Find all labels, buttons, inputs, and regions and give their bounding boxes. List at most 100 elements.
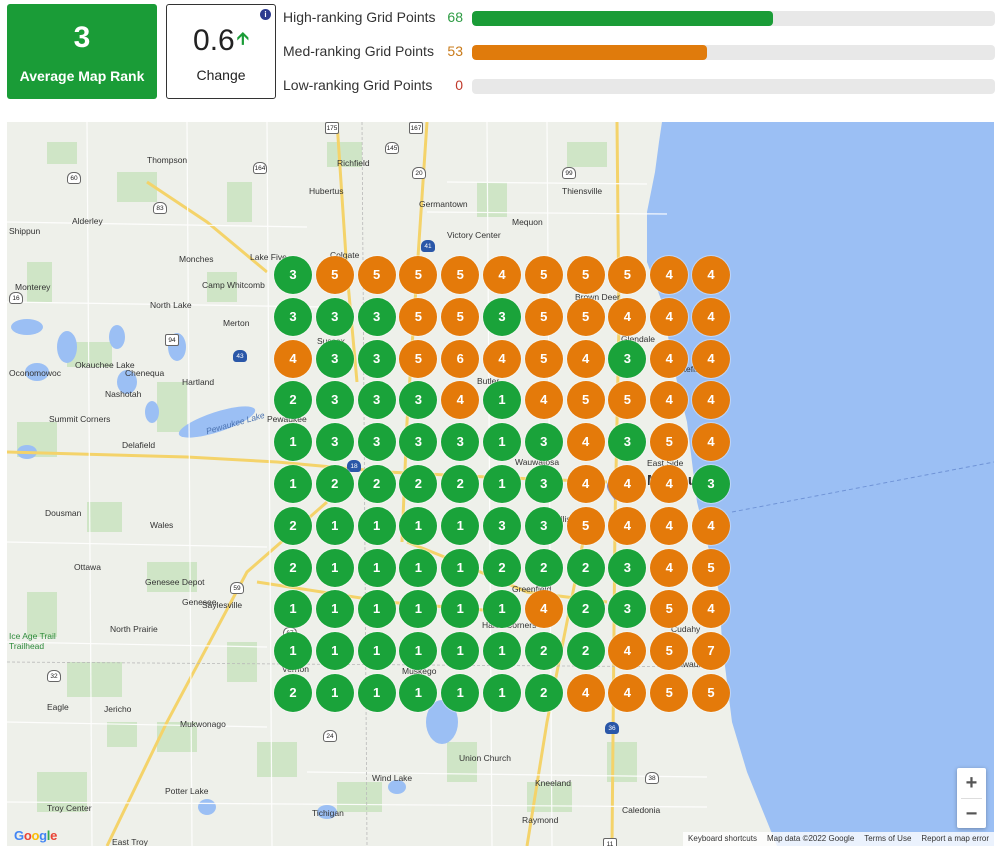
grid-point-4-1[interactable]: 2: [274, 381, 312, 420]
grid-point-11-9[interactable]: 4: [608, 674, 647, 712]
zoom-out-button[interactable]: −: [957, 799, 986, 829]
grid-point-8-3[interactable]: 1: [357, 548, 396, 587]
grid-point-1-7[interactable]: 5: [524, 256, 563, 294]
grid-point-9-5[interactable]: 1: [441, 590, 480, 629]
grid-point-4-2[interactable]: 3: [315, 381, 354, 420]
grid-point-4-6[interactable]: 1: [483, 381, 521, 420]
grid-point-10-2[interactable]: 1: [315, 632, 354, 671]
grid-point-8-10[interactable]: 4: [650, 548, 689, 587]
grid-point-3-10[interactable]: 4: [650, 339, 689, 378]
grid-point-6-1[interactable]: 1: [274, 465, 312, 503]
grid-point-11-6[interactable]: 1: [483, 674, 521, 712]
grid-point-11-1[interactable]: 2: [274, 674, 312, 712]
grid-point-2-5[interactable]: 5: [441, 297, 480, 336]
grid-point-10-4[interactable]: 1: [399, 632, 438, 671]
grid-point-1-5[interactable]: 5: [441, 256, 480, 294]
grid-point-1-11[interactable]: 4: [692, 256, 730, 294]
grid-point-9-6[interactable]: 1: [483, 590, 521, 629]
grid-point-7-1[interactable]: 2: [274, 506, 312, 545]
grid-point-11-7[interactable]: 2: [524, 674, 563, 712]
grid-point-5-10[interactable]: 5: [650, 423, 689, 462]
info-icon[interactable]: i: [260, 9, 271, 20]
grid-point-7-9[interactable]: 4: [608, 506, 647, 545]
grid-point-4-5[interactable]: 4: [441, 381, 480, 420]
grid-point-4-10[interactable]: 4: [650, 381, 689, 420]
grid-point-10-6[interactable]: 1: [483, 632, 521, 671]
grid-point-5-7[interactable]: 3: [524, 423, 563, 462]
grid-point-8-11[interactable]: 5: [692, 548, 730, 587]
grid-point-6-8[interactable]: 4: [566, 465, 605, 503]
grid-point-3-8[interactable]: 4: [566, 339, 605, 378]
grid-point-3-9[interactable]: 3: [608, 339, 647, 378]
zoom-in-button[interactable]: +: [957, 768, 986, 798]
grid-point-4-7[interactable]: 4: [524, 381, 563, 420]
grid-point-11-4[interactable]: 1: [399, 674, 438, 712]
grid-point-4-9[interactable]: 5: [608, 381, 647, 420]
grid-point-2-7[interactable]: 5: [524, 297, 563, 336]
grid-point-7-8[interactable]: 5: [566, 506, 605, 545]
grid-point-9-9[interactable]: 3: [608, 590, 647, 629]
grid-point-6-7[interactable]: 3: [524, 465, 563, 503]
grid-point-9-3[interactable]: 1: [357, 590, 396, 629]
grid-point-10-3[interactable]: 1: [357, 632, 396, 671]
grid-point-8-2[interactable]: 1: [315, 548, 354, 587]
report-map-error-link[interactable]: Report a map error: [916, 832, 994, 846]
grid-point-11-2[interactable]: 1: [315, 674, 354, 712]
grid-point-2-9[interactable]: 4: [608, 297, 647, 336]
grid-point-2-8[interactable]: 5: [566, 297, 605, 336]
grid-point-8-5[interactable]: 1: [441, 548, 480, 587]
grid-point-10-1[interactable]: 1: [274, 632, 312, 671]
grid-point-1-8[interactable]: 5: [566, 256, 605, 294]
terms-of-use-link[interactable]: Terms of Use: [859, 832, 916, 846]
grid-point-1-2[interactable]: 5: [315, 256, 354, 294]
grid-point-4-8[interactable]: 5: [566, 381, 605, 420]
grid-point-11-8[interactable]: 4: [566, 674, 605, 712]
grid-point-10-11[interactable]: 7: [692, 632, 730, 671]
grid-point-8-8[interactable]: 2: [566, 548, 605, 587]
grid-point-6-5[interactable]: 2: [441, 465, 480, 503]
grid-point-6-11[interactable]: 3: [692, 465, 730, 503]
grid-point-2-6[interactable]: 3: [483, 297, 521, 336]
grid-point-4-4[interactable]: 3: [399, 381, 438, 420]
grid-point-2-4[interactable]: 5: [399, 297, 438, 336]
grid-point-3-5[interactable]: 6: [441, 339, 480, 378]
grid-point-8-1[interactable]: 2: [274, 548, 312, 587]
grid-point-2-3[interactable]: 3: [357, 297, 396, 336]
keyboard-shortcuts-link[interactable]: Keyboard shortcuts: [683, 832, 762, 846]
grid-point-6-9[interactable]: 4: [608, 465, 647, 503]
grid-point-9-7[interactable]: 4: [524, 590, 563, 629]
grid-point-7-2[interactable]: 1: [315, 506, 354, 545]
grid-point-5-8[interactable]: 4: [566, 423, 605, 462]
grid-point-9-11[interactable]: 4: [692, 590, 730, 629]
grid-point-1-6[interactable]: 4: [483, 256, 521, 294]
grid-point-11-5[interactable]: 1: [441, 674, 480, 712]
grid-point-10-9[interactable]: 4: [608, 632, 647, 671]
grid-point-7-5[interactable]: 1: [441, 506, 480, 545]
grid-point-5-11[interactable]: 4: [692, 423, 730, 462]
grid-point-3-3[interactable]: 3: [357, 339, 396, 378]
grid-point-5-1[interactable]: 1: [274, 423, 312, 462]
grid-point-7-3[interactable]: 1: [357, 506, 396, 545]
grid-point-6-3[interactable]: 2: [357, 465, 396, 503]
grid-point-8-7[interactable]: 2: [524, 548, 563, 587]
grid-point-5-2[interactable]: 3: [315, 423, 354, 462]
grid-point-1-1[interactable]: 3: [274, 256, 312, 294]
grid-point-5-6[interactable]: 1: [483, 423, 521, 462]
grid-point-7-11[interactable]: 4: [692, 506, 730, 545]
grid-point-1-9[interactable]: 5: [608, 256, 647, 294]
grid-point-3-6[interactable]: 4: [483, 339, 521, 378]
grid-point-1-10[interactable]: 4: [650, 256, 689, 294]
grid-point-2-2[interactable]: 3: [315, 297, 354, 336]
grid-point-8-6[interactable]: 2: [483, 548, 521, 587]
grid-point-2-11[interactable]: 4: [692, 297, 730, 336]
grid-point-5-5[interactable]: 3: [441, 423, 480, 462]
grid-point-4-3[interactable]: 3: [357, 381, 396, 420]
grid-point-11-11[interactable]: 5: [692, 674, 730, 712]
grid-point-10-7[interactable]: 2: [524, 632, 563, 671]
grid-point-7-7[interactable]: 3: [524, 506, 563, 545]
grid-point-10-5[interactable]: 1: [441, 632, 480, 671]
grid-point-7-10[interactable]: 4: [650, 506, 689, 545]
grid-point-6-2[interactable]: 2: [315, 465, 354, 503]
grid-point-4-11[interactable]: 4: [692, 381, 730, 420]
grid-point-10-8[interactable]: 2: [566, 632, 605, 671]
